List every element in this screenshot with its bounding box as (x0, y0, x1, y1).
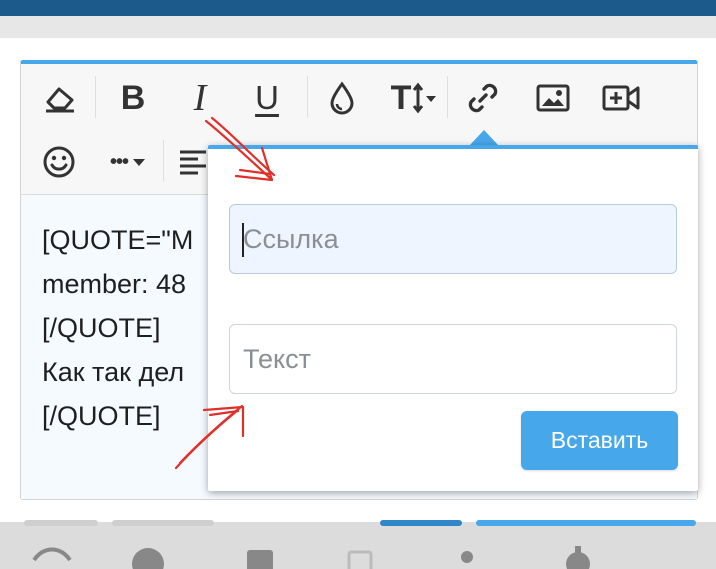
link-icon (468, 83, 498, 113)
button-edge (24, 520, 98, 526)
editor-line: member: 48 (42, 269, 187, 299)
insert-button[interactable]: Вставить (521, 411, 678, 470)
header-strip (0, 16, 716, 38)
droplet-icon (330, 81, 354, 115)
emoji-button[interactable] (37, 140, 81, 184)
button-edge (380, 520, 462, 526)
link-url-input[interactable] (229, 204, 677, 274)
chat-icon (132, 548, 164, 569)
toolbar-separator (95, 76, 96, 118)
link-text-input[interactable] (229, 324, 677, 394)
size-arrows-icon (413, 82, 437, 114)
toolbar-separator (307, 76, 308, 118)
image-icon (536, 84, 570, 112)
font-size-icon: T (390, 78, 412, 117)
eraser-icon[interactable] (38, 76, 82, 120)
user-icon (461, 551, 473, 563)
bold-icon: B (120, 78, 146, 117)
square-icon (247, 550, 273, 569)
editor-line: [/QUOTE] (42, 401, 161, 431)
underline-button[interactable]: U (245, 76, 289, 120)
button-edge (112, 520, 214, 526)
chevron-down-icon (133, 159, 145, 166)
gear-icon (566, 546, 590, 569)
bold-button[interactable]: B (111, 76, 155, 120)
button-edge (476, 520, 696, 526)
image-button[interactable] (531, 76, 575, 120)
video-icon (602, 85, 640, 111)
popup-pointer (469, 130, 499, 146)
more-options-icon: ••• (109, 150, 129, 173)
underline-icon: U (255, 79, 279, 116)
editor-text[interactable]: [QUOTE="M member: 48 [/QUOTE] Как так де… (42, 218, 212, 438)
app-header-bar (0, 0, 716, 16)
text-color-button[interactable] (320, 76, 364, 120)
undo-icon (32, 547, 72, 562)
font-size-button[interactable]: T (385, 76, 443, 120)
italic-button[interactable]: I (178, 76, 222, 120)
video-button[interactable] (599, 76, 643, 120)
text-cursor (242, 223, 244, 257)
document-icon (347, 550, 373, 569)
emoji-icon (43, 146, 75, 178)
toolbar-separator (447, 76, 448, 118)
align-icon (180, 150, 206, 175)
editor-line: Как так дел (42, 357, 185, 387)
editor-line: [QUOTE="M (42, 225, 194, 255)
editor-line: [/QUOTE] (42, 313, 161, 343)
italic-icon: I (193, 77, 207, 119)
link-button[interactable] (461, 76, 505, 120)
toolbar-separator (163, 140, 164, 182)
more-options-button[interactable]: ••• (97, 140, 159, 184)
